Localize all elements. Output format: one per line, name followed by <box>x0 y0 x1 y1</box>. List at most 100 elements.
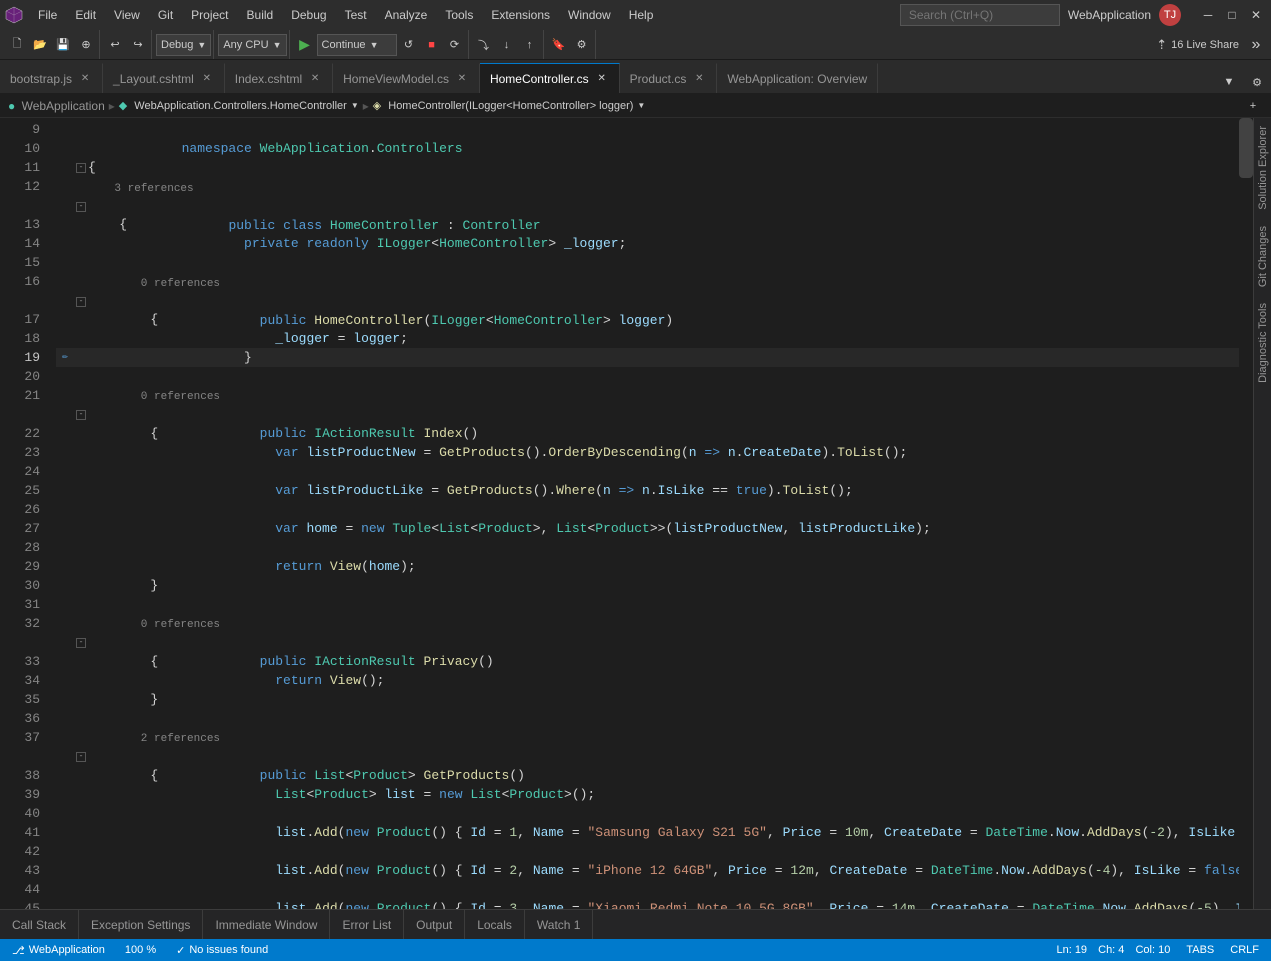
save-all-button[interactable]: ⊕ <box>75 34 97 56</box>
bottom-tab-exception-settings[interactable]: Exception Settings <box>79 910 203 939</box>
restart-button[interactable]: ⟳ <box>444 34 466 56</box>
app-name: WebApplication <box>1068 8 1151 22</box>
breakpoint-area[interactable] <box>56 273 74 292</box>
save-button[interactable]: 💾 <box>52 34 74 56</box>
code-line: 0 references - public IActionResult Inde… <box>56 386 1239 424</box>
new-project-button[interactable]: 🗋 <box>6 34 28 56</box>
close-tab-product[interactable]: ✕ <box>692 72 706 86</box>
fold-area[interactable]: - <box>74 405 88 424</box>
sidebar-tab-git-changes[interactable]: Git Changes <box>1255 218 1271 295</box>
bookmark-button[interactable]: 🔖 <box>548 34 570 56</box>
sidebar-tab-diagnostic-tools[interactable]: Diagnostic Tools <box>1255 295 1271 391</box>
close-button[interactable]: ✕ <box>1245 5 1267 25</box>
fold-area[interactable]: - <box>74 163 88 173</box>
open-button[interactable]: 📂 <box>29 34 51 56</box>
breadcrumb-member-dropdown[interactable]: ◈ HomeController(ILogger<HomeController>… <box>373 97 646 115</box>
settings-button[interactable]: ⚙ <box>571 34 593 56</box>
close-tab-bootstrap[interactable]: ✕ <box>78 72 92 86</box>
breakpoint-area[interactable] <box>56 178 74 197</box>
close-tab-homecontroller[interactable]: ✕ <box>595 72 609 86</box>
close-tab-layout[interactable]: ✕ <box>200 72 214 86</box>
breakpoint-area[interactable] <box>56 728 74 747</box>
bottom-tab-immediate-window[interactable]: Immediate Window <box>203 910 330 939</box>
debug-config-dropdown[interactable]: Debug ▼ <box>156 34 211 56</box>
close-tab-index[interactable]: ✕ <box>308 72 322 86</box>
tab-list-button[interactable]: ▼ <box>1215 71 1243 93</box>
menu-view[interactable]: View <box>106 6 148 24</box>
sidebar-tab-solution-explorer[interactable]: Solution Explorer <box>1255 118 1271 218</box>
fold-area[interactable]: - <box>74 633 88 652</box>
window-controls: ─ □ ✕ <box>1197 5 1267 25</box>
bottom-tab-locals[interactable]: Locals <box>465 910 525 939</box>
avatar[interactable]: TJ <box>1159 4 1181 26</box>
breadcrumb-add-button[interactable]: + <box>1243 97 1263 115</box>
breakpoint-area[interactable] <box>56 386 74 405</box>
tab-product[interactable]: Product.cs ✕ <box>620 63 718 93</box>
menu-debug[interactable]: Debug <box>283 6 334 24</box>
vertical-scrollbar[interactable] <box>1239 118 1253 909</box>
breadcrumb-namespace-dropdown[interactable]: ◆ WebApplication.Controllers.HomeControl… <box>119 97 359 115</box>
fold-area[interactable]: - <box>74 747 88 766</box>
tab-homeviewmodel[interactable]: HomeViewModel.cs ✕ <box>333 63 480 93</box>
breadcrumb-project[interactable]: ● WebApplication <box>8 99 105 113</box>
bottom-tab-watch-1[interactable]: Watch 1 <box>525 910 594 939</box>
close-tab-homeviewmodel[interactable]: ✕ <box>455 72 469 86</box>
line-num: 20 <box>0 367 40 386</box>
menu-git[interactable]: Git <box>150 6 181 24</box>
fold-area[interactable]: - <box>74 197 88 216</box>
breakpoint-area[interactable] <box>56 614 74 633</box>
expand-toolbar-button[interactable]: » <box>1245 34 1267 56</box>
stop-button[interactable]: ■ <box>421 34 443 56</box>
breakpoint-area[interactable] <box>56 747 74 766</box>
run-dropdown[interactable]: Continue ▼ <box>317 34 397 56</box>
bottom-tab-output[interactable]: Output <box>404 910 465 939</box>
breakpoint-area[interactable] <box>56 405 74 424</box>
reload-button[interactable]: ↺ <box>398 34 420 56</box>
step-over-button[interactable]: ⤵ <box>473 34 495 56</box>
breakpoint-area[interactable]: ✏ <box>56 348 74 367</box>
run-button[interactable]: ▶ <box>294 34 316 56</box>
menu-help[interactable]: Help <box>621 6 662 24</box>
fold-area[interactable]: - <box>74 292 88 311</box>
status-issues[interactable]: ✓ No issues found <box>172 944 272 957</box>
restore-button[interactable]: □ <box>1221 5 1243 25</box>
tab-overview[interactable]: WebApplication: Overview <box>717 63 878 93</box>
menu-build[interactable]: Build <box>239 6 282 24</box>
step-out-button[interactable]: ↑ <box>519 34 541 56</box>
menu-project[interactable]: Project <box>183 6 236 24</box>
bottom-tab-call-stack[interactable]: Call Stack <box>0 910 79 939</box>
menu-extensions[interactable]: Extensions <box>483 6 558 24</box>
tab-settings-button[interactable]: ⚙ <box>1243 71 1271 93</box>
line-num: 41 <box>0 823 40 842</box>
tab-index[interactable]: Index.cshtml ✕ <box>225 63 333 93</box>
menu-analyze[interactable]: Analyze <box>377 6 436 24</box>
undo-button[interactable]: ↩ <box>104 34 126 56</box>
scrollbar-thumb[interactable] <box>1239 118 1253 178</box>
status-position[interactable]: Ln: 19 Ch: 4 Col: 10 <box>1052 944 1174 956</box>
redo-button[interactable]: ↪ <box>127 34 149 56</box>
platform-dropdown[interactable]: Any CPU ▼ <box>218 34 286 56</box>
breakpoint-area[interactable] <box>56 633 74 652</box>
breakpoint-area[interactable] <box>56 292 74 311</box>
search-input[interactable] <box>900 4 1060 26</box>
tab-layout[interactable]: _Layout.cshtml ✕ <box>103 63 225 93</box>
liveshare-button[interactable]: ⇡ 16 Live Share <box>1150 35 1245 55</box>
menu-window[interactable]: Window <box>560 6 619 24</box>
menu-file[interactable]: File <box>30 6 65 24</box>
breakpoint-area[interactable] <box>56 197 74 216</box>
status-tabs[interactable]: TABS <box>1182 944 1218 956</box>
step-into-button[interactable]: ↓ <box>496 34 518 56</box>
status-encoding[interactable]: CRLF <box>1226 944 1263 956</box>
bottom-tab-error-list[interactable]: Error List <box>330 910 404 939</box>
code-text <box>88 709 1239 728</box>
menu-test[interactable]: Test <box>337 6 375 24</box>
menu-tools[interactable]: Tools <box>437 6 481 24</box>
code-lines[interactable]: namespace WebApplication.Controllers - {… <box>48 118 1239 909</box>
tab-bootstrap[interactable]: bootstrap.js ✕ <box>0 63 103 93</box>
code-line: } <box>56 690 1239 709</box>
status-branch[interactable]: ⎇ WebApplication <box>8 944 109 957</box>
minimize-button[interactable]: ─ <box>1197 5 1219 25</box>
menu-edit[interactable]: Edit <box>67 6 104 24</box>
status-zoom[interactable]: 100 % <box>121 944 160 956</box>
tab-homecontroller[interactable]: HomeController.cs ✕ <box>480 63 620 93</box>
